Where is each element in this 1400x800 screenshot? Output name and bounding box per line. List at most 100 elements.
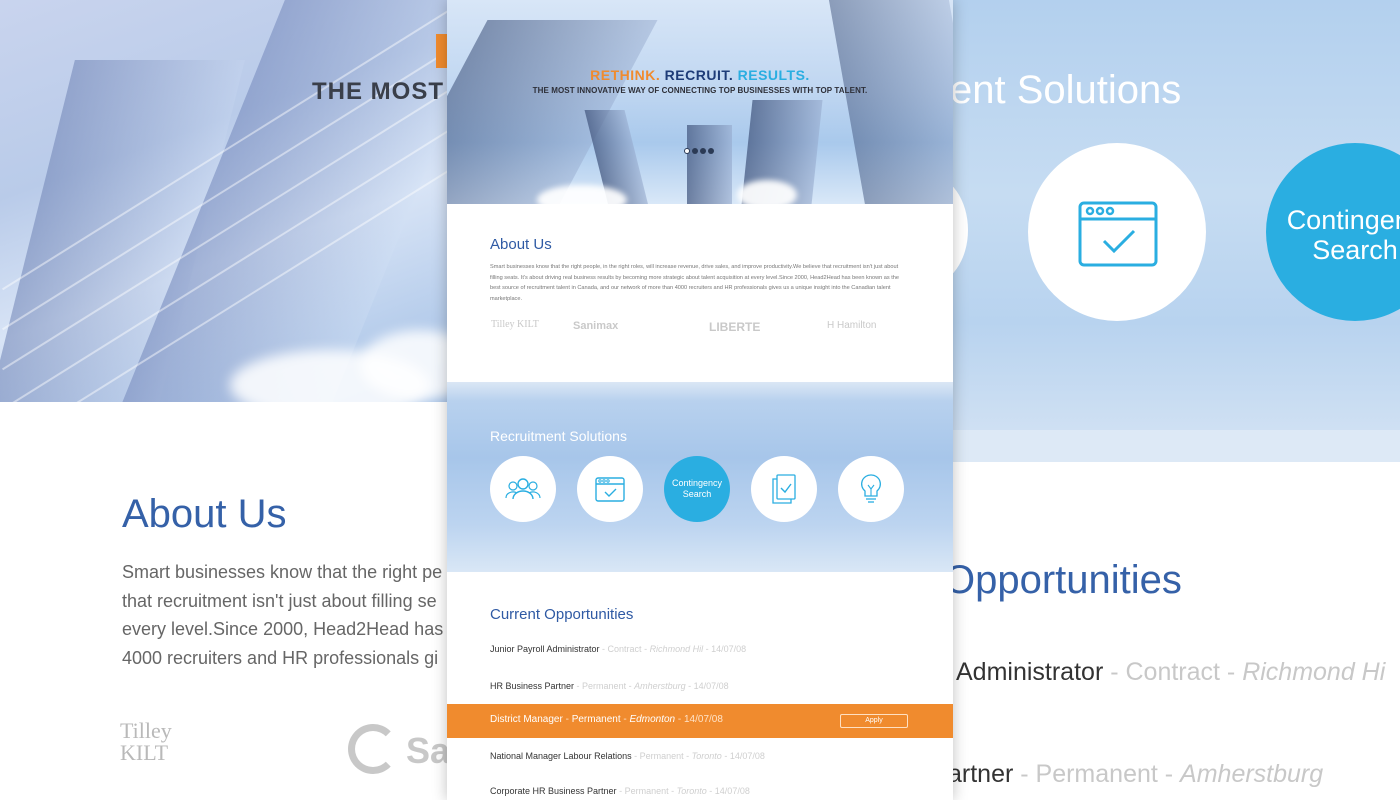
job-sep: - xyxy=(675,714,684,725)
bg-logo-tilley: Tilley KILT xyxy=(120,718,172,765)
service-document-review-button[interactable] xyxy=(751,456,817,522)
job-type: Permanent xyxy=(582,681,627,691)
job-location: Edmonton xyxy=(629,714,676,725)
client-logo-liberte: LIBERTE xyxy=(709,320,761,334)
bg-left-hero-image xyxy=(0,0,460,402)
bg-zoom-left-panel: THE MOST INNO About Us Smart businesses … xyxy=(0,0,460,800)
service-online-screening-button[interactable] xyxy=(577,456,643,522)
service-consulting-button[interactable] xyxy=(838,456,904,522)
slider-dot-4[interactable] xyxy=(708,148,714,154)
contingency-label-line2: Search xyxy=(682,489,712,499)
job-sep: - xyxy=(620,714,630,725)
bg-job-row: artner - Permanent - Amherstburg xyxy=(950,760,1323,789)
bg-logo-sanimax-text: Sa xyxy=(406,730,451,771)
slider-dot-2[interactable] xyxy=(692,148,698,154)
recruitment-heading: Recruitment Solutions xyxy=(490,428,627,444)
job-title: District Manager xyxy=(490,714,563,725)
job-sep: - xyxy=(626,681,635,691)
recruitment-section: Recruitment Solutions Contingency Search xyxy=(447,382,953,572)
about-text: Smart businesses know that the right peo… xyxy=(490,264,900,302)
bg-job-sep: - xyxy=(1157,760,1181,788)
bg-zoom-right-panel: ent Solutions Contingenc Search Opportun… xyxy=(950,0,1400,800)
people-group-icon xyxy=(505,478,541,500)
job-type: Contract xyxy=(607,644,642,654)
bg-job-sep: - xyxy=(1219,658,1243,686)
bg-contingency-line2: Search xyxy=(1312,235,1398,265)
bg-job-type: Permanent xyxy=(1035,760,1158,788)
bg-job-row: Administrator - Contract - Richmond Hi xyxy=(956,658,1385,687)
slogan-recruit: RECRUIT. xyxy=(664,67,734,83)
slider-dot-3[interactable] xyxy=(700,148,706,154)
bg-right-band-edge xyxy=(950,430,1400,462)
apply-button[interactable]: Apply xyxy=(840,714,908,728)
job-location: Amherstburg xyxy=(634,681,686,691)
opportunities-section: Current Opportunities Junior Payroll Adm… xyxy=(447,572,953,800)
job-sep: - xyxy=(616,786,625,796)
bg-about-line: Smart businesses know that the right pe xyxy=(122,562,443,582)
job-sep: - xyxy=(574,681,583,691)
job-date: 14/07/08 xyxy=(729,751,765,761)
bg-about-line: 4000 recruiters and HR professionals gi xyxy=(122,647,439,668)
service-team-recruitment-button[interactable] xyxy=(490,456,556,522)
job-title: Junior Payroll Administrator xyxy=(490,644,600,654)
job-date: 14/07/08 xyxy=(714,786,750,796)
job-sep: - xyxy=(706,786,715,796)
slider-dot-1[interactable] xyxy=(684,148,690,154)
job-location: Richmond Hil xyxy=(649,644,704,654)
job-row[interactable]: National Manager Labour Relations - Perm… xyxy=(447,740,953,774)
job-sep: - xyxy=(668,786,677,796)
job-location: Toronto xyxy=(691,751,722,761)
job-date: 14/07/08 xyxy=(711,644,747,654)
job-date: 14/07/08 xyxy=(693,681,729,691)
job-title: National Manager Labour Relations xyxy=(490,751,632,761)
opportunities-heading: Current Opportunities xyxy=(490,606,634,623)
bg-job-location: Richmond Hi xyxy=(1242,658,1386,686)
bg-job-sep: - xyxy=(1103,658,1126,686)
hero-banner: RETHINK. RECRUIT. RESULTS. THE MOST INNO… xyxy=(447,0,953,204)
job-row[interactable]: Corporate HR Business Partner - Permanen… xyxy=(447,775,953,800)
slogan-results: RESULTS. xyxy=(737,67,810,83)
job-type: Permanent xyxy=(571,714,621,725)
bg-job-type: Contract xyxy=(1125,658,1220,686)
client-logo-hamilton: H Hamilton xyxy=(827,320,877,331)
job-row[interactable]: HR Business Partner - Permanent - Amhers… xyxy=(447,670,953,704)
client-logo-tilley: Tilley KILT xyxy=(491,319,539,330)
browser-check-icon xyxy=(595,476,625,502)
bg-about-heading: About Us xyxy=(122,492,287,536)
job-sep: - xyxy=(721,751,730,761)
client-logo-sanimax: Sanimax xyxy=(573,320,619,332)
bg-about-line: every level.Since 2000, Head2Head has xyxy=(122,619,444,639)
bg-job-sep: - xyxy=(1013,760,1036,788)
bg-service-circle xyxy=(1028,143,1206,321)
job-sep: - xyxy=(685,681,694,691)
bg-logo-sanimax: Sa xyxy=(346,722,460,778)
job-row-highlighted[interactable]: District Manager - Permanent - Edmonton … xyxy=(447,704,953,738)
website-page: RETHINK. RECRUIT. RESULTS. THE MOST INNO… xyxy=(447,0,953,800)
job-type: Permanent xyxy=(639,751,684,761)
job-location: Toronto xyxy=(676,786,707,796)
bg-about-text: Smart businesses know that the right pe … xyxy=(122,558,460,672)
job-sep: - xyxy=(599,644,608,654)
job-sep: - xyxy=(562,714,572,725)
about-heading: About Us xyxy=(490,236,552,253)
bg-contingency-line1: Contingenc xyxy=(1286,205,1400,235)
bg-job-location: Amherstburg xyxy=(1180,760,1324,788)
job-date: 14/07/08 xyxy=(684,714,723,725)
bg-about-line: that recruitment isn't just about fillin… xyxy=(122,590,437,611)
bg-job-title: Administrator xyxy=(956,658,1104,686)
service-contingency-search-button[interactable]: Contingency Search xyxy=(664,456,730,522)
job-sep: - xyxy=(641,644,650,654)
job-row[interactable]: Junior Payroll Administrator - Contract … xyxy=(447,633,953,667)
bg-opportunities-heading: Opportunities xyxy=(950,558,1182,602)
slogan-rethink: RETHINK. xyxy=(590,67,661,83)
job-title: HR Business Partner xyxy=(490,681,575,691)
about-section: About Us Smart businesses know that the … xyxy=(447,204,953,382)
bg-job-title: artner xyxy=(950,760,1014,788)
lightbulb-icon xyxy=(861,474,881,503)
hero-tagline: THE MOST INNOVATIVE WAY OF CONNECTING TO… xyxy=(532,86,868,95)
job-title: Corporate HR Business Partner xyxy=(490,786,617,796)
contingency-label-line1: Contingency xyxy=(671,478,723,488)
browser-check-icon xyxy=(1078,201,1158,267)
job-sep: - xyxy=(703,644,712,654)
bg-tagline-fragment: THE MOST INNO xyxy=(312,78,460,105)
